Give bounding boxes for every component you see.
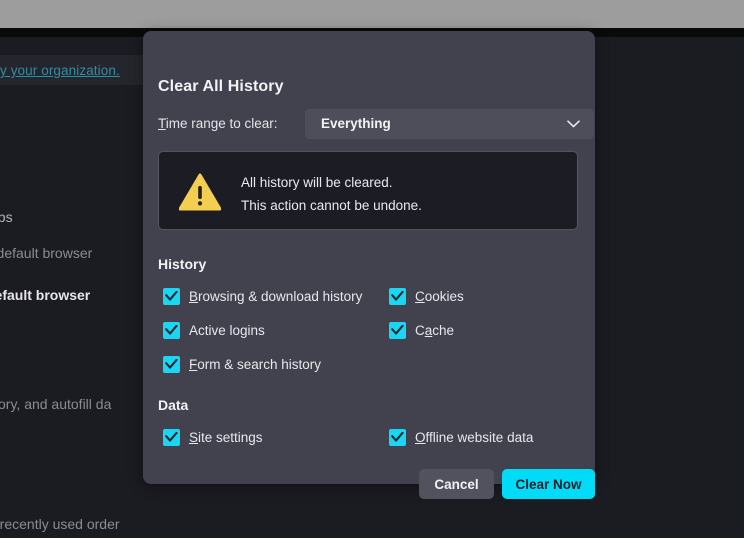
- checkbox-row-cookies[interactable]: Cookies: [389, 286, 464, 306]
- checkbox-checked-icon[interactable]: [389, 428, 406, 446]
- chevron-down-icon: [567, 120, 580, 128]
- checkbox-checked-icon[interactable]: [389, 287, 406, 305]
- label-text: ins: [247, 322, 265, 338]
- warning-text: All history will be cleared. This action…: [241, 171, 422, 217]
- clear-all-history-dialog: Clear All History Time range to clear: E…: [143, 31, 595, 499]
- background-text-line: r default browser: [0, 245, 93, 261]
- access-key: B: [189, 288, 199, 304]
- time-range-row: Time range to clear: Everything: [158, 109, 594, 139]
- checkbox-row-cache[interactable]: Cache: [389, 320, 454, 340]
- checkbox-label-active-logins: Active logins: [189, 323, 265, 338]
- dialog-title: Clear All History: [158, 78, 284, 95]
- checkbox-label-cookies: Cookies: [415, 289, 464, 304]
- checkbox-checked-icon[interactable]: [163, 287, 180, 305]
- screen: y your organization. abs r default brows…: [0, 0, 744, 538]
- checkbox-row-active-logins[interactable]: Active logins: [163, 320, 265, 340]
- warning-triangle-icon: [178, 173, 222, 211]
- checkbox-label-site-settings: Site settings: [189, 430, 263, 445]
- label-text: che: [432, 322, 455, 338]
- warning-box: All history will be cleared. This action…: [158, 151, 578, 230]
- access-key: T: [158, 116, 166, 131]
- access-key: O: [415, 429, 426, 445]
- label-text: C: [415, 322, 425, 338]
- organization-link[interactable]: y your organization.: [0, 63, 120, 78]
- time-range-label: Time range to clear:: [158, 116, 278, 131]
- checkbox-checked-icon[interactable]: [163, 428, 180, 446]
- section-title-history: History: [158, 256, 207, 272]
- os-titlebar: [0, 0, 744, 28]
- time-range-label-text: ime range to clear:: [165, 116, 278, 131]
- label-text: rowsing & download history: [198, 288, 363, 304]
- access-key: F: [189, 356, 198, 372]
- clear-now-button[interactable]: Clear Now: [502, 469, 595, 499]
- time-range-value: Everything: [321, 116, 391, 131]
- access-key: C: [415, 288, 425, 304]
- checkbox-label-browsing-download-history: Browsing & download history: [189, 289, 362, 304]
- warning-line-2: This action cannot be undone.: [241, 198, 422, 213]
- background-text-line: default browser: [0, 287, 91, 303]
- label-text: ookies: [424, 288, 464, 304]
- label-text: Active lo: [189, 322, 241, 338]
- background-text-line: istory, and autofill da: [0, 396, 112, 412]
- time-range-dropdown[interactable]: Everything: [305, 109, 594, 139]
- checkbox-row-browsing-download-history[interactable]: Browsing & download history: [163, 286, 362, 306]
- cancel-button[interactable]: Cancel: [419, 469, 494, 499]
- checkbox-row-offline-website-data[interactable]: Offline website data: [389, 427, 533, 447]
- background-text-line: abs: [0, 209, 13, 225]
- warning-line-1: All history will be cleared.: [241, 175, 393, 190]
- label-text: ffline website data: [425, 429, 534, 445]
- checkbox-row-form-search-history[interactable]: Form & search history: [163, 354, 321, 374]
- checkbox-checked-icon[interactable]: [163, 321, 180, 339]
- label-text: orm & search history: [197, 356, 322, 372]
- checkbox-checked-icon[interactable]: [163, 355, 180, 373]
- checkbox-checked-icon[interactable]: [389, 321, 406, 339]
- checkbox-label-cache: Cache: [415, 323, 454, 338]
- checkbox-label-offline-website-data: Offline website data: [415, 430, 533, 445]
- checkbox-row-site-settings[interactable]: Site settings: [163, 427, 263, 447]
- background-text-line: n recently used order: [0, 516, 120, 532]
- access-key: g: [240, 322, 248, 338]
- label-text: ite settings: [198, 429, 263, 445]
- section-title-data: Data: [158, 397, 189, 413]
- checkbox-label-form-search-history: Form & search history: [189, 357, 321, 372]
- access-key: S: [189, 429, 199, 445]
